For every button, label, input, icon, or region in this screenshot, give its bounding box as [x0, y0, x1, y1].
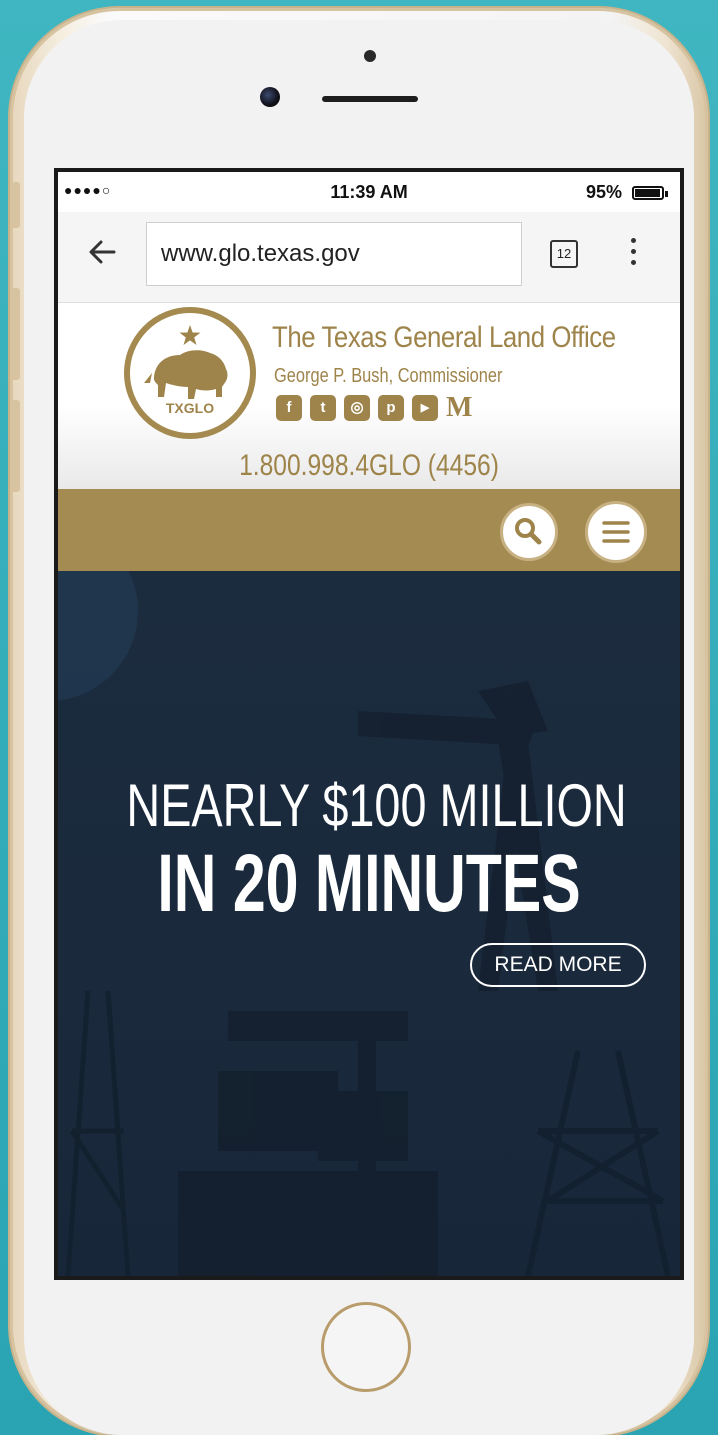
facebook-icon[interactable]: f: [276, 395, 302, 421]
menu-button[interactable]: [585, 501, 647, 563]
arrow-left-icon[interactable]: [84, 234, 120, 270]
battery-level: [635, 189, 660, 197]
hero-headline-line1: NEARLY $100 MILLION: [126, 772, 627, 839]
home-button[interactable]: [321, 1302, 411, 1392]
site-subtitle: George P. Bush, Commissioner: [274, 365, 503, 387]
search-icon: [515, 518, 542, 545]
battery-percent: 95%: [585, 182, 622, 202]
hero-banner[interactable]: NEARLY $100 MILLION IN 20 MINUTES READ M…: [58, 571, 680, 1276]
search-button[interactable]: [500, 503, 558, 561]
twitter-icon[interactable]: t: [310, 395, 336, 421]
hero-headline-line2: IN 20 MINUTES: [157, 838, 581, 929]
proximity-sensor: [364, 50, 376, 62]
battery-nub: [665, 191, 668, 197]
front-camera: [260, 87, 280, 107]
browser-toolbar: www.glo.texas.gov 12: [58, 212, 680, 303]
phone-number-link[interactable]: 1.800.998.4GLO (4456): [114, 449, 624, 483]
logo-text: TXGLO: [166, 400, 214, 416]
hamburger-menu-icon: [602, 521, 630, 543]
instagram-icon[interactable]: ◎: [344, 395, 370, 421]
pinterest-icon[interactable]: p: [378, 395, 404, 421]
site-title[interactable]: The Texas General Land Office: [272, 321, 616, 355]
nav-bar: [58, 489, 680, 571]
phone-screen: ●●●●○ 11:39 AM 95% www.glo.texas.gov 12: [58, 172, 680, 1276]
battery-icon: [632, 186, 668, 200]
medium-icon[interactable]: M: [446, 394, 472, 422]
txglo-logo[interactable]: TXGLO: [124, 307, 256, 439]
earpiece-speaker: [322, 96, 418, 102]
youtube-icon[interactable]: ▶: [412, 395, 438, 421]
phone-volume-up: [12, 288, 20, 380]
status-bar: ●●●●○ 11:39 AM 95%: [58, 172, 680, 212]
tab-switcher-icon[interactable]: 12: [550, 240, 578, 268]
more-vertical-icon[interactable]: [626, 238, 640, 270]
site-header: TXGLO The Texas General Land Office Geor…: [58, 303, 680, 489]
read-more-button[interactable]: READ MORE: [470, 943, 646, 987]
phone-mute-switch: [12, 182, 20, 228]
social-links: f t ◎ p ▶ M: [276, 394, 472, 422]
phone-volume-down: [12, 400, 20, 492]
address-bar[interactable]: www.glo.texas.gov: [146, 222, 522, 286]
